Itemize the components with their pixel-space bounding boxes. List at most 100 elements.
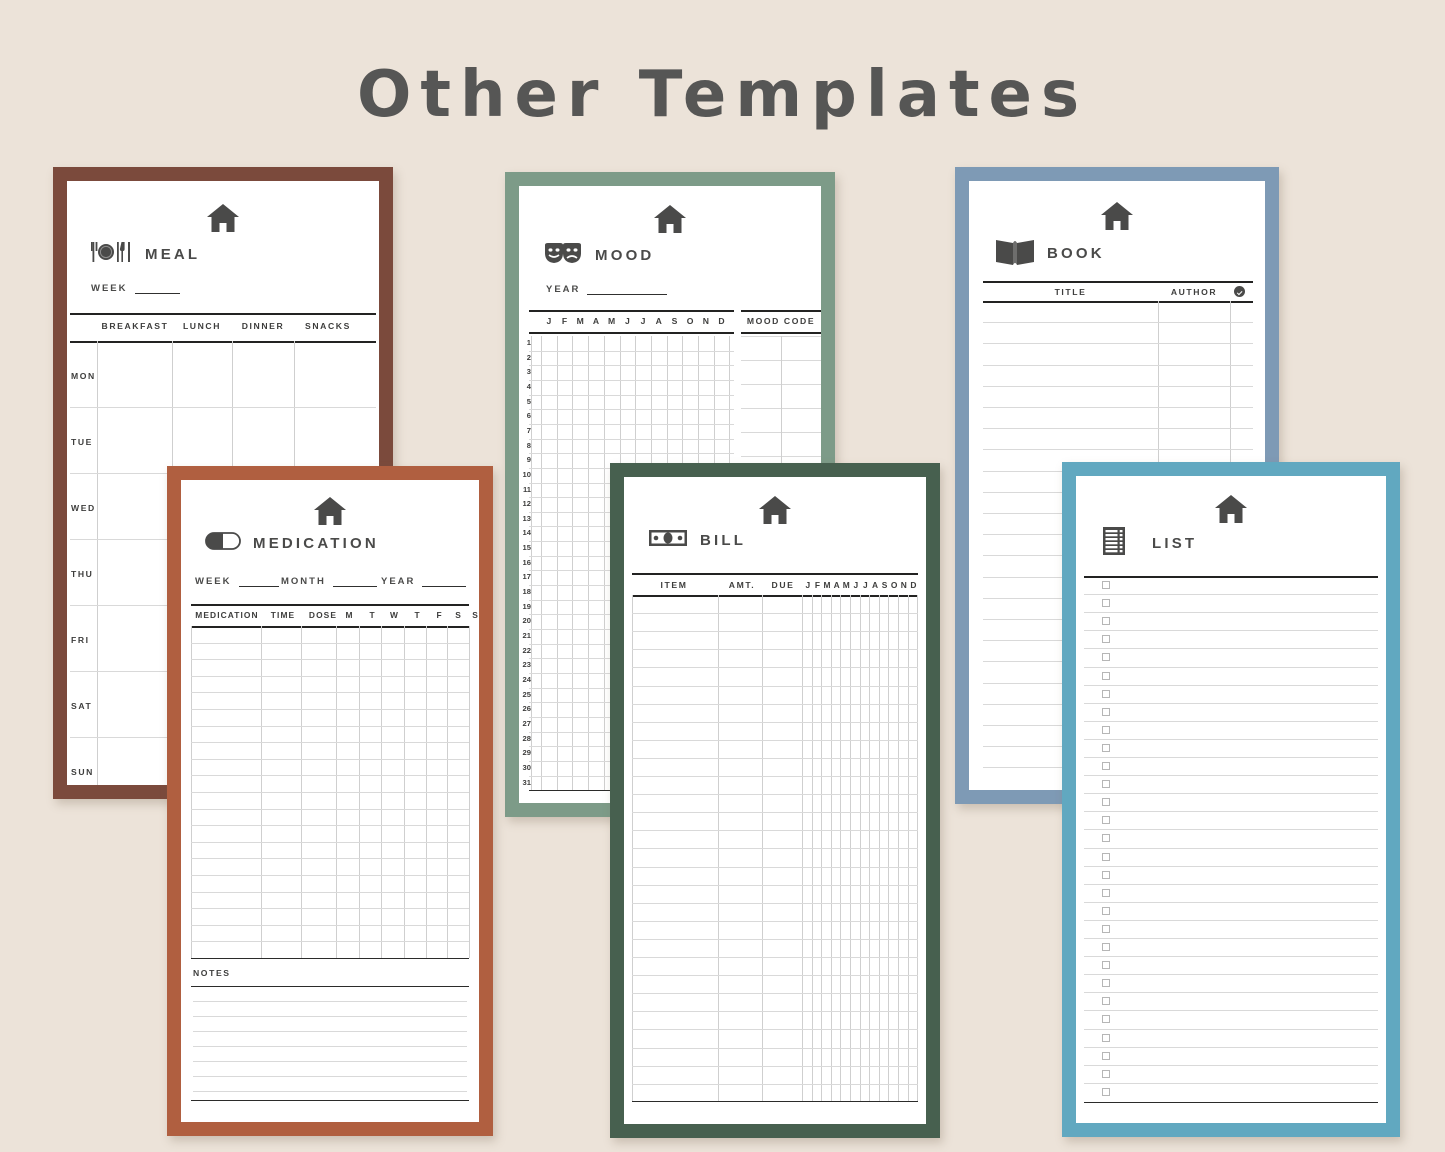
mood-year-field[interactable]: YEAR — [546, 284, 668, 295]
mood-year-rule[interactable] — [587, 294, 668, 295]
list-rowrule-8 — [1084, 720, 1378, 722]
bill-rowrule-26 — [632, 1065, 918, 1067]
list-checkbox-8[interactable] — [1102, 725, 1110, 734]
book-rowrule-6 — [983, 428, 1253, 430]
medication-rowrule-10 — [191, 792, 469, 793]
book-col-author: AUTHOR — [1170, 287, 1218, 297]
bill-rowrule-1 — [632, 613, 918, 615]
list-checkbox-7[interactable] — [1102, 707, 1110, 716]
medication-year-field[interactable]: YEAR — [381, 576, 467, 587]
book-col-title: TITLE — [1054, 287, 1087, 297]
list-rowrule-24 — [1084, 1010, 1378, 1012]
template-card-medication[interactable]: MEDICATION WEEK MONTH YEAR MEDICATION TIM… — [167, 466, 493, 1136]
bill-month-head-2: M — [823, 580, 831, 590]
list-checkbox-3[interactable] — [1102, 635, 1110, 644]
mood-vrule-1 — [556, 336, 558, 791]
meal-row-wed: WED — [71, 503, 96, 513]
meal-row-tue: TUE — [71, 437, 93, 447]
mood-day-12: 12 — [522, 499, 531, 509]
list-checkbox-12[interactable] — [1102, 798, 1110, 807]
bill-head-bottom-rule — [632, 595, 918, 597]
list-checkbox-18[interactable] — [1102, 906, 1110, 915]
medication-col-4: T — [369, 610, 375, 620]
bill-rowrule-15 — [632, 866, 918, 868]
medication-month-field[interactable]: MONTH — [281, 576, 377, 587]
medication-week-field[interactable]: WEEK — [195, 576, 279, 587]
list-checkbox-16[interactable] — [1102, 870, 1110, 879]
list-checkbox-2[interactable] — [1102, 617, 1110, 626]
mood-day-18: 18 — [522, 587, 531, 597]
list-checkbox-6[interactable] — [1102, 689, 1110, 698]
list-checkbox-15[interactable] — [1102, 852, 1110, 861]
list-checkbox-27[interactable] — [1102, 1069, 1110, 1078]
medication-rowrule-15 — [191, 875, 469, 876]
mood-year-label: YEAR — [546, 284, 581, 295]
home-icon — [758, 495, 792, 530]
list-rowrule-25 — [1084, 1028, 1378, 1030]
list-checkbox-11[interactable] — [1102, 780, 1110, 789]
list-checkbox-24[interactable] — [1102, 1015, 1110, 1024]
list-clipboard-icon — [1102, 526, 1126, 561]
list-checkbox-14[interactable] — [1102, 834, 1110, 843]
list-rowrule-21 — [1084, 956, 1378, 958]
list-checkbox-4[interactable] — [1102, 653, 1110, 662]
medication-notes-line-2 — [193, 1016, 467, 1017]
mood-month-head-8: S — [671, 316, 678, 326]
medication-rowrule-13 — [191, 841, 469, 843]
bill-rowrule-8 — [632, 739, 918, 741]
list-checkbox-0[interactable] — [1102, 581, 1110, 589]
list-checkbox-5[interactable] — [1102, 671, 1110, 680]
medication-head-bottom-rule — [191, 626, 469, 628]
template-card-list[interactable]: LIST — [1062, 462, 1400, 1137]
medication-month-rule[interactable] — [332, 586, 377, 587]
medication-week-rule[interactable] — [238, 586, 279, 587]
list-checkbox-10[interactable] — [1102, 762, 1110, 770]
list-rowrule-2 — [1084, 612, 1378, 614]
meal-week-rule[interactable] — [134, 293, 180, 294]
mood-day-7: 7 — [526, 425, 531, 435]
medication-notes-line-1 — [193, 1001, 467, 1002]
bill-rowrule-5 — [632, 685, 918, 687]
list-checkbox-28[interactable] — [1102, 1087, 1110, 1096]
home-icon — [653, 204, 687, 239]
list-rowrule-12 — [1084, 793, 1378, 795]
template-card-bill[interactable]: BILL ITEM AMT. DUE JFMAMJJASOND — [610, 463, 940, 1138]
list-checkbox-9[interactable] — [1102, 743, 1110, 752]
list-rowrule-19 — [1084, 919, 1378, 921]
list-checkbox-20[interactable] — [1102, 943, 1110, 951]
list-checkbox-1[interactable] — [1102, 599, 1110, 608]
meal-row-thu: THU — [71, 569, 94, 579]
mood-day-9: 9 — [526, 455, 531, 465]
mood-month-head-5: J — [624, 316, 630, 326]
list-rowrule-22 — [1084, 974, 1378, 976]
list-checkbox-21[interactable] — [1102, 961, 1110, 970]
list-checkbox-19[interactable] — [1102, 924, 1110, 933]
medication-grid-bottom-rule — [191, 958, 469, 959]
bill-rowrule-2 — [632, 631, 918, 633]
mood-day-19: 19 — [522, 601, 531, 611]
meal-week-field[interactable]: WEEK — [91, 283, 180, 294]
medication-vrule-9 — [469, 626, 470, 958]
medication-rowrule-4 — [191, 692, 469, 694]
list-checkbox-22[interactable] — [1102, 979, 1110, 988]
mood-day-27: 27 — [522, 718, 531, 728]
bill-col-due: DUE — [771, 580, 795, 590]
book-rowrule-7 — [983, 449, 1253, 451]
mood-day-24: 24 — [522, 674, 531, 684]
list-checkbox-26[interactable] — [1102, 1051, 1110, 1060]
bill-rowrule-25 — [632, 1047, 918, 1049]
medication-year-rule[interactable] — [422, 586, 467, 587]
mood-code-top-rule — [741, 310, 821, 312]
mood-head-bottom-rule — [529, 332, 734, 334]
list-checkbox-13[interactable] — [1102, 816, 1110, 825]
list-checkbox-25[interactable] — [1102, 1033, 1110, 1042]
check-circle-icon — [1234, 286, 1245, 297]
bill-rowrule-21 — [632, 975, 918, 977]
bill-bottom-rule — [632, 1101, 918, 1102]
book-rowrule-5 — [983, 407, 1253, 408]
mood-month-head-6: J — [640, 316, 646, 326]
meal-head-top-rule — [70, 313, 376, 315]
list-rowrule-20 — [1084, 938, 1378, 939]
list-checkbox-23[interactable] — [1102, 997, 1110, 1006]
list-checkbox-17[interactable] — [1102, 888, 1110, 897]
